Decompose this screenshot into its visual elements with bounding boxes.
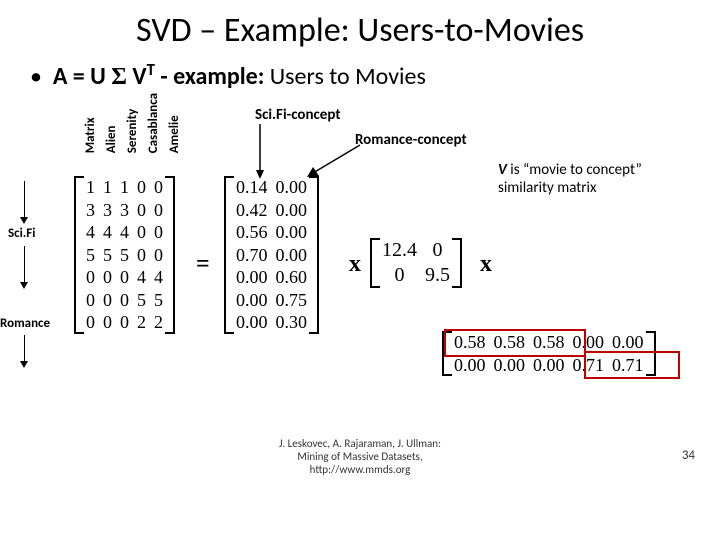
slide-citation: J. Leskovec, A. Rajaraman, J. Ullman: Mi… bbox=[0, 437, 720, 476]
highlight-box-romance bbox=[584, 351, 680, 379]
times-sign: x bbox=[480, 251, 492, 278]
highlight-box-scifi bbox=[444, 329, 586, 357]
diagram-stage: Matrix Alien Serenity Casablanca Amelie … bbox=[0, 91, 720, 481]
group-label-scifi: Sci.Fi bbox=[8, 226, 35, 241]
label-romance-concept: Romance-concept bbox=[355, 131, 467, 149]
note-v: V is “movie to concept” similarity matri… bbox=[498, 161, 698, 197]
page-number: 34 bbox=[682, 448, 695, 463]
equals-sign: = bbox=[196, 251, 210, 278]
label-scifi-concept: Sci.Fi-concept bbox=[255, 106, 341, 124]
matrix-a-col-headers: Matrix Alien Serenity Casablanca Amelie bbox=[83, 91, 188, 153]
times-sign: x bbox=[349, 251, 361, 278]
matrix-sigma: 12.4009.5 bbox=[378, 238, 454, 288]
arrow-icon bbox=[254, 124, 274, 179]
group-label-romance: Romance bbox=[0, 316, 50, 331]
slide-title: SVD – Example: Users-to-Movies bbox=[0, 10, 720, 51]
matrix-u: 0.140.000.420.000.560.000.700.000.000.60… bbox=[232, 176, 311, 334]
matrix-a: 11100333004440055500000440005500022 bbox=[82, 176, 167, 334]
slide-subtitle: • A = U Σ VT - example: Users to Movies bbox=[30, 59, 720, 91]
